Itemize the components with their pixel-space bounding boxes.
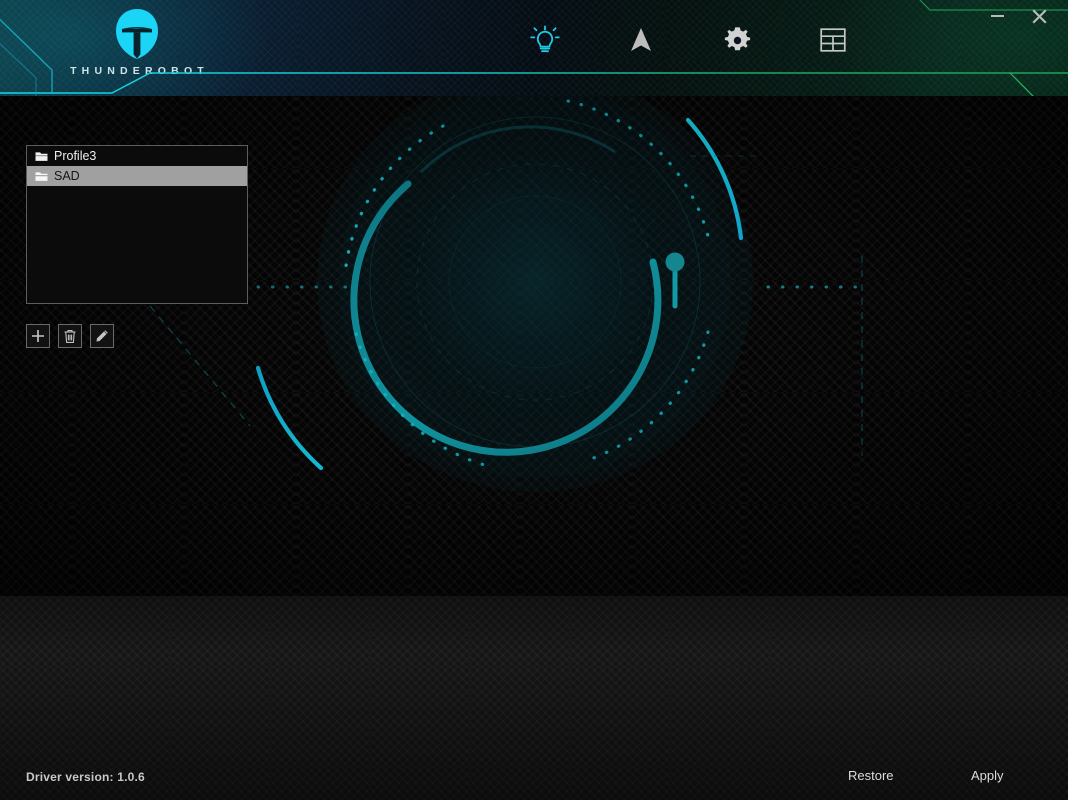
brand-wordmark: THUNDEROBOT [70,65,209,77]
cursor-arrow-icon [631,28,651,51]
profile-actions [26,324,248,348]
apply-button[interactable]: Apply [971,768,1004,783]
profile-list-item[interactable]: Profile3 [27,146,247,166]
main-content: Profile3 SAD [0,96,1068,596]
close-button[interactable] [1024,2,1054,30]
delete-profile-button[interactable] [58,324,82,348]
close-icon [1031,8,1047,24]
profile-panel: Profile3 SAD [26,145,248,348]
folder-icon [35,151,48,161]
plus-icon [32,330,44,342]
thunderobot-helmet-logo-icon [116,9,158,59]
pencil-icon [96,330,108,342]
profile-list-item[interactable]: SAD [27,166,247,186]
nav-item-settings[interactable] [712,15,762,65]
minimize-icon [990,15,1004,17]
restore-button[interactable]: Restore [848,768,894,783]
add-profile-button[interactable] [26,324,50,348]
app-header: THUNDEROBOT [0,0,1068,96]
lightbulb-icon [530,25,560,53]
folder-icon [35,171,48,181]
gear-icon [724,26,750,50]
brand-logo: THUNDEROBOT [62,8,212,77]
nav-item-lighting[interactable] [520,15,570,65]
window-controls [982,2,1054,30]
profile-list[interactable]: Profile3 SAD [26,145,248,304]
nav-item-macro[interactable] [616,15,666,65]
table-grid-icon [820,28,846,52]
trash-icon [64,329,76,343]
edit-profile-button[interactable] [90,324,114,348]
nav-item-keymap[interactable] [808,15,858,65]
profile-list-item-label: Profile3 [54,149,97,163]
driver-version-label: Driver version: 1.0.6 [26,770,145,784]
header-glow-left [0,0,280,96]
app-window: THUNDEROBOT Profile3 SAD Driver version:… [0,0,1068,800]
settings-panel: Driver version: 1.0.6 Restore Apply [0,596,1068,800]
main-nav [520,14,858,66]
profile-list-item-label: SAD [54,169,80,183]
footer-bar: Driver version: 1.0.6 Restore Apply [0,754,1068,800]
lighting-preview-surface[interactable] [238,96,858,596]
minimize-button[interactable] [982,2,1012,30]
